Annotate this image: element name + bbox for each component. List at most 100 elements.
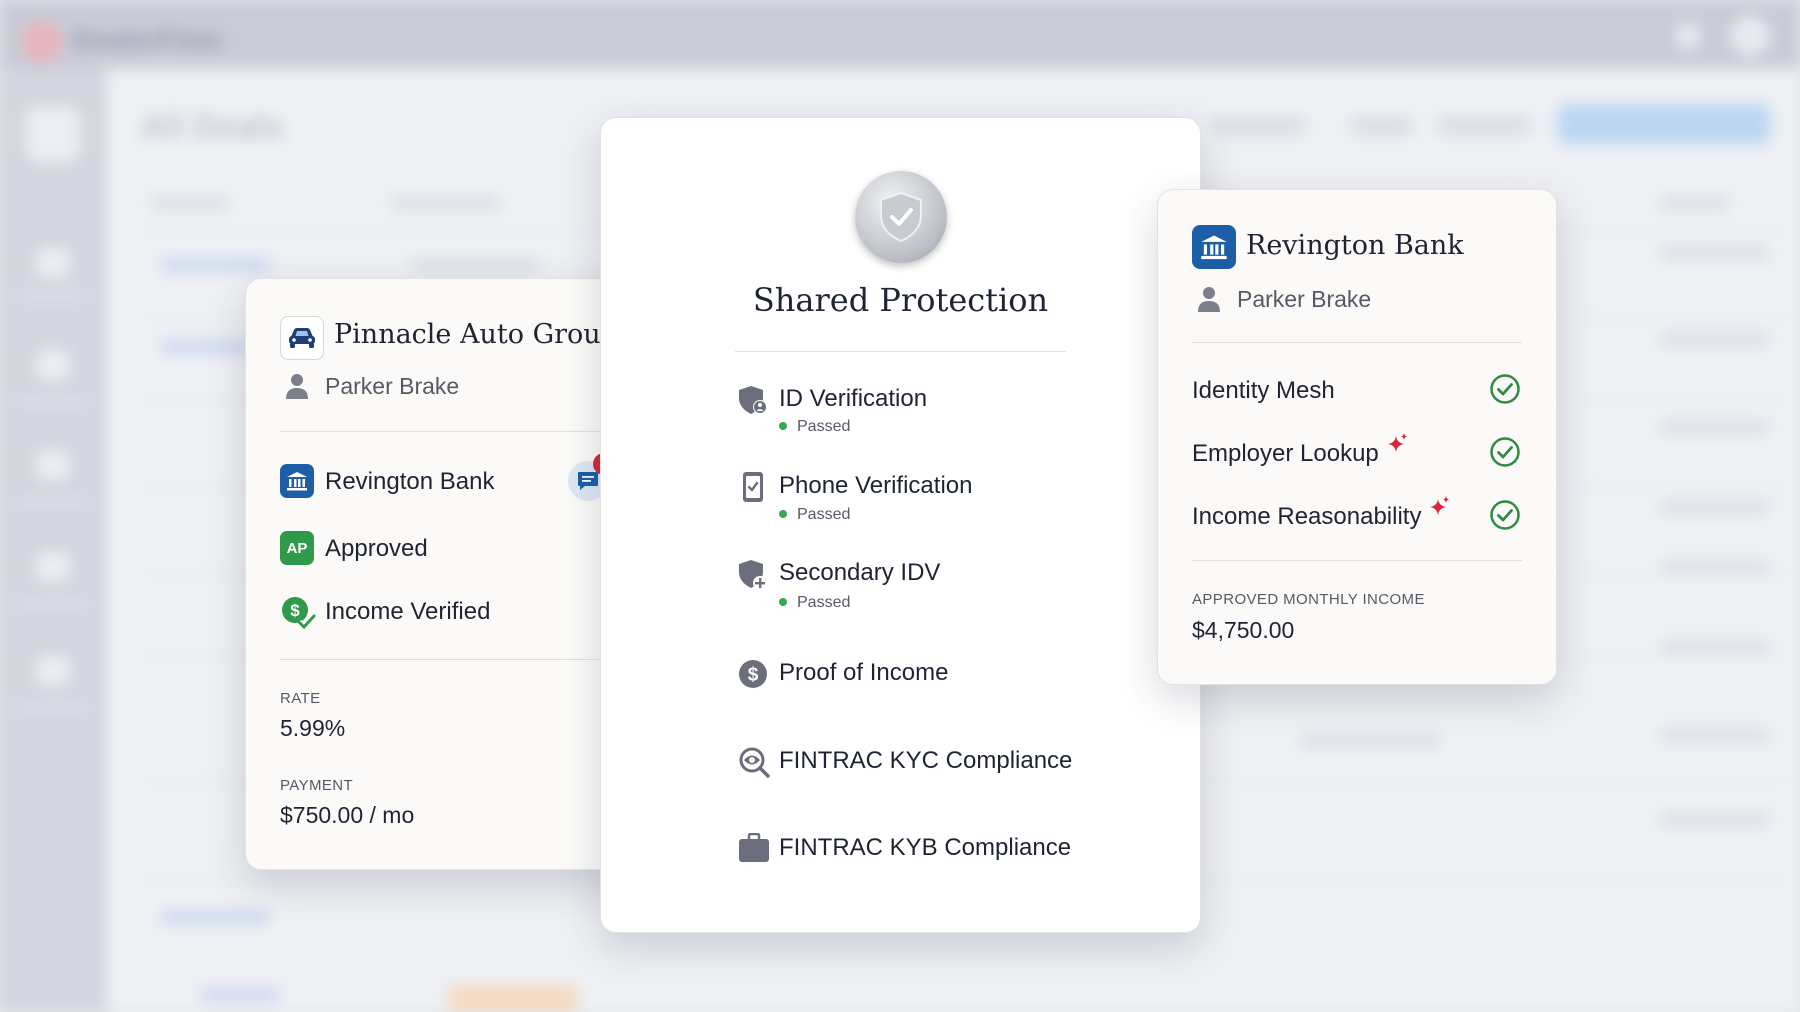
check-label: Employer Lookup — [1192, 440, 1379, 467]
check-status-text: Passed — [797, 594, 851, 611]
notifications-icon[interactable] — [1676, 24, 1700, 48]
app-topbar — [0, 0, 1800, 68]
check-label: FINTRAC KYC Compliance — [779, 747, 1073, 774]
car-icon — [280, 316, 324, 360]
person-icon — [284, 372, 310, 400]
svg-text:$: $ — [290, 601, 300, 620]
table-cell — [1660, 728, 1770, 742]
divider — [280, 659, 610, 660]
sparkle-icon — [1386, 431, 1410, 455]
column-header — [390, 196, 500, 210]
income-verified-icon: $ — [279, 594, 317, 632]
table-cell — [1660, 420, 1770, 434]
check-label: FINTRAC KYB Compliance — [779, 834, 1072, 861]
app-logo-icon — [22, 22, 62, 62]
divider — [735, 351, 1066, 352]
sidebar-item-label — [18, 398, 88, 406]
divider — [280, 431, 610, 432]
approval-status: Approved — [325, 535, 428, 562]
table-cell[interactable] — [200, 988, 280, 1002]
shared-protection-panel: Shared Protection ID Verification Passed… — [600, 117, 1201, 933]
status-dot — [779, 421, 787, 430]
lender-card: Revington Bank Parker Brake Identity Mes… — [1157, 189, 1557, 685]
table-cell[interactable] — [160, 258, 270, 272]
check-label: Secondary IDV — [779, 559, 941, 586]
table-cell — [1660, 640, 1770, 654]
check-status: Passed — [779, 594, 850, 612]
income-label: APPROVED MONTHLY INCOME — [1192, 591, 1425, 608]
sidebar-item-label — [18, 704, 88, 712]
sidebar-item-label — [18, 600, 88, 608]
dealer-name: Pinnacle Auto Group — [334, 319, 618, 350]
sidebar-item-icon[interactable] — [36, 552, 70, 582]
shield-check-icon — [855, 171, 947, 263]
panel-title: Shared Protection — [752, 281, 1049, 319]
divider — [1192, 560, 1522, 561]
status-dot — [779, 597, 787, 606]
svg-text:$: $ — [748, 665, 759, 686]
sidebar-item-label — [18, 498, 88, 506]
table-cell[interactable] — [160, 910, 270, 924]
lender-name: Revington Bank — [325, 468, 495, 495]
check-circle-icon — [1488, 435, 1522, 469]
check-circle-icon — [1488, 372, 1522, 406]
sidebar-item-icon[interactable] — [36, 450, 70, 480]
filter-pill[interactable] — [1350, 116, 1414, 136]
divider — [1192, 342, 1522, 343]
app-name: DealerFlow — [72, 24, 222, 55]
briefcase-icon — [737, 832, 771, 864]
rate-value: 5.99% — [280, 715, 346, 741]
check-status-text: Passed — [797, 418, 851, 435]
check-status-text: Passed — [797, 506, 851, 523]
sidebar-item-label — [18, 292, 88, 300]
table-cell — [1660, 500, 1770, 514]
check-label: Phone Verification — [779, 472, 973, 499]
check-label: ID Verification — [779, 385, 928, 412]
payment-label: PAYMENT — [280, 777, 354, 794]
page-title: All Deals — [140, 108, 284, 146]
dealer-card: Pinnacle Auto Group Parker Brake Revingt… — [245, 278, 645, 870]
filter-pill[interactable] — [1210, 116, 1306, 136]
check-label: Proof of Income — [779, 659, 949, 686]
sparkle-icon — [1428, 494, 1452, 518]
check-status: Passed — [779, 506, 850, 524]
bank-icon — [280, 464, 314, 498]
payment-value: $750.00 / mo — [280, 802, 415, 828]
sidebar-item-icon[interactable] — [36, 248, 70, 278]
bank-icon — [1192, 225, 1236, 269]
check-status: Passed — [779, 418, 850, 436]
table-cell — [1300, 734, 1440, 748]
table-cell[interactable] — [160, 340, 250, 354]
check-label: Income Reasonability — [1192, 503, 1422, 530]
status-badge — [448, 986, 578, 1012]
table-cell — [1660, 812, 1770, 826]
shield-person-icon — [737, 384, 769, 416]
sidebar-item-icon[interactable] — [36, 350, 70, 380]
contact-name: Parker Brake — [325, 373, 460, 399]
rate-label: RATE — [280, 690, 321, 707]
income-value: $4,750.00 — [1192, 617, 1295, 643]
contact-name: Parker Brake — [1237, 286, 1372, 312]
table-cell — [1660, 332, 1770, 346]
column-header — [150, 196, 230, 210]
sidebar-item-icon[interactable] — [36, 656, 70, 686]
shield-plus-icon — [737, 558, 769, 592]
income-status: Income Verified — [325, 598, 491, 625]
column-header — [1660, 196, 1730, 210]
avatar[interactable] — [1730, 16, 1770, 56]
person-icon — [1196, 285, 1222, 313]
dollar-circle-icon: $ — [737, 658, 769, 690]
sidebar-add-button[interactable] — [25, 106, 81, 162]
check-label: Identity Mesh — [1192, 377, 1335, 404]
check-circle-icon — [1488, 498, 1522, 532]
eye-search-icon — [737, 745, 771, 779]
approved-badge-icon: AP — [280, 531, 314, 565]
status-dot — [779, 509, 787, 518]
filter-pill[interactable] — [1436, 116, 1532, 136]
sidebar — [0, 68, 106, 1012]
table-cell — [410, 258, 540, 272]
table-cell — [1660, 246, 1770, 260]
phone-check-icon — [739, 470, 767, 504]
new-deal-button[interactable] — [1558, 104, 1770, 144]
bank-name: Revington Bank — [1246, 230, 1464, 261]
